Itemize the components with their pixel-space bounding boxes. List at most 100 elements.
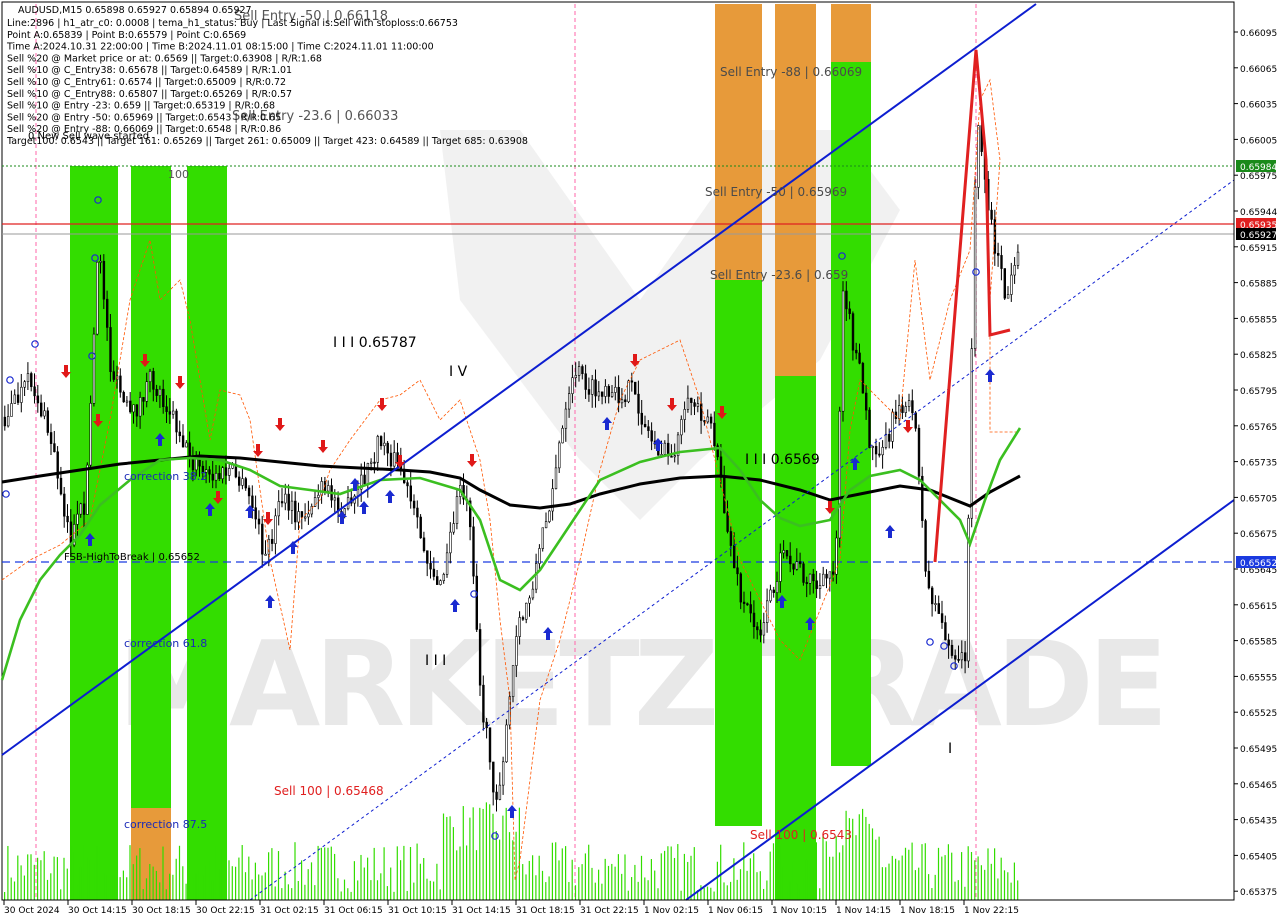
green-zone-6: [831, 62, 871, 766]
candle-body: [307, 513, 310, 518]
trading-chart[interactable]: MARKETZITRADE Sell Entry -50 | 0.66118 S…: [0, 0, 1280, 920]
candle-body: [617, 386, 620, 404]
volume-bar: [875, 839, 877, 900]
candle-body: [558, 442, 561, 469]
candle-body: [581, 366, 584, 375]
volume-bar: [637, 881, 639, 900]
volume-bar: [221, 848, 223, 900]
volume-bar: [433, 881, 435, 900]
candle-body: [973, 187, 977, 349]
time-tick-label: 30 Oct 2024: [4, 906, 60, 916]
candle-body: [630, 380, 634, 383]
volume-bar: [631, 877, 633, 900]
candle-body: [835, 537, 838, 575]
candle-body: [53, 443, 56, 453]
candle-body: [587, 389, 591, 395]
candle-body: [109, 327, 112, 372]
volume-bar: [598, 869, 600, 900]
volume-bar: [574, 885, 577, 900]
volume-bar: [845, 810, 847, 900]
label-wave-iii-mid: I I I 0.6569: [745, 452, 820, 468]
label-wave-iii-left: I I I 0.65787: [333, 335, 417, 351]
candle-body: [224, 467, 228, 476]
volume-bar: [924, 843, 926, 900]
candle-body: [686, 397, 690, 410]
volume-bar: [122, 870, 124, 900]
candle-body: [709, 416, 713, 424]
time-tick-label: 31 Oct 18:15: [516, 906, 575, 916]
candle-body: [944, 622, 947, 641]
volume-bar: [1003, 870, 1006, 900]
volume-bar: [314, 885, 316, 900]
volume-bar: [561, 848, 563, 900]
time-axis[interactable]: 30 Oct 2024 30 Oct 14:15 30 Oct 18:15 30 Oc…: [2, 899, 1234, 916]
candle-body: [82, 503, 86, 515]
candle-body: [673, 455, 677, 458]
volume-bar: [782, 866, 784, 900]
volume-bar: [862, 808, 864, 900]
candle-body: [277, 501, 280, 517]
volume-bar: [832, 856, 834, 900]
volume-bar: [1010, 882, 1012, 900]
candle-body: [640, 412, 644, 425]
volume-bar: [400, 860, 402, 900]
price-tick-label: 0.65375: [1240, 888, 1277, 898]
candle-body: [775, 581, 779, 593]
candle-body: [864, 392, 868, 411]
candle-body: [386, 442, 389, 454]
candle-body: [633, 381, 637, 395]
volume-bar: [654, 870, 656, 900]
candle-body: [699, 403, 703, 421]
volume-bar: [479, 807, 481, 900]
volume-bar: [86, 857, 88, 900]
candle-body: [416, 507, 419, 518]
volume-bar: [449, 816, 451, 900]
volume-bar: [749, 858, 751, 900]
candle-body: [1010, 274, 1013, 295]
volume-bar: [895, 858, 897, 900]
volume-bar: [578, 867, 580, 900]
candle-body: [379, 436, 383, 447]
candle-body: [366, 463, 370, 485]
volume-bar: [353, 861, 355, 900]
time-tick-label: 30 Oct 22:15: [196, 906, 255, 916]
label-sell-100-right: Sell 100 | 0.6543: [750, 828, 852, 842]
candle-body: [422, 537, 426, 552]
price-tick-label: 0.65825: [1240, 351, 1277, 361]
candle-body: [511, 665, 515, 697]
candle-body: [693, 402, 696, 407]
volume-bar: [888, 863, 890, 900]
candle-body: [934, 603, 937, 605]
volume-bar: [614, 866, 616, 900]
volume-bar: [558, 860, 560, 900]
volume-bar: [878, 836, 880, 900]
candle-body: [89, 403, 92, 466]
candle-body: [907, 400, 911, 407]
volume-bar: [452, 827, 454, 900]
candle-body: [10, 403, 13, 417]
volume-bar: [284, 871, 286, 900]
candle-body: [106, 298, 109, 328]
volume-bar: [772, 843, 775, 900]
candle-body: [917, 427, 921, 477]
candle-body: [191, 458, 195, 471]
candle-body: [765, 600, 769, 623]
price-axis[interactable]: 0.660950.660650.660350.660050.659750.659…: [1233, 2, 1277, 900]
price-tick-label: 0.65795: [1240, 387, 1277, 397]
volume-bar: [947, 844, 949, 900]
volume-bar: [416, 843, 418, 900]
volume-bar: [508, 832, 511, 900]
volume-bar: [264, 872, 266, 900]
candle-body: [297, 511, 300, 523]
candle-body: [472, 526, 475, 577]
volume-bar: [330, 846, 332, 900]
candle-body: [822, 573, 825, 586]
volume-bar: [677, 844, 679, 900]
volume-bar: [89, 859, 91, 900]
volume-bar: [142, 889, 144, 900]
volume-bar: [914, 870, 916, 900]
candle-body: [904, 406, 908, 413]
volume-bar: [855, 835, 857, 900]
candle-body: [963, 652, 967, 662]
candle-body: [313, 497, 317, 507]
